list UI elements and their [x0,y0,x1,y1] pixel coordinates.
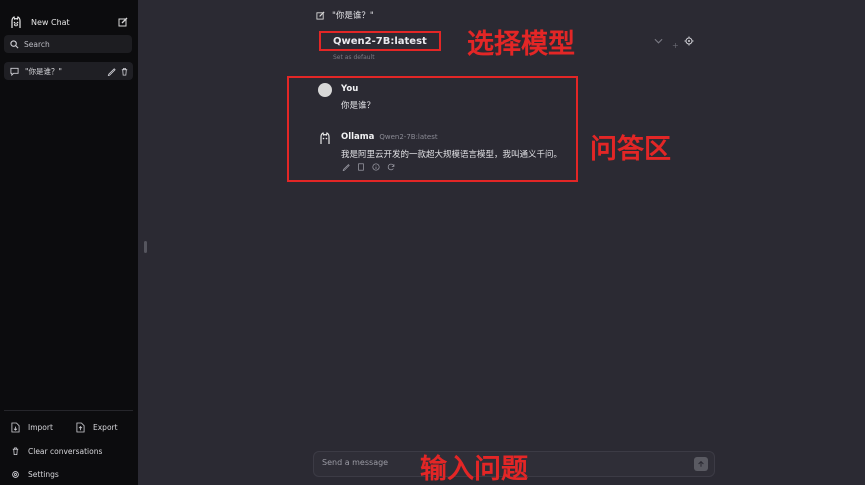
set-default-link[interactable]: Set as default [333,54,375,61]
ollama-avatar-icon [320,132,330,144]
user-name: You [341,84,359,94]
copy-button[interactable] [357,163,365,171]
edit-icon[interactable] [118,17,128,27]
annotation-input-question: 输入问题 [420,454,528,485]
settings-icon [12,471,19,478]
user-message: 你是谁？ [341,101,376,111]
message-actions [342,163,395,171]
regenerate-button[interactable] [387,163,395,171]
plus-icon[interactable]: + [672,41,679,50]
edit-icon [316,10,325,20]
assistant-header: Ollama Qwen2-7B:latest [341,132,438,142]
assistant-model-tag: Qwen2-7B:latest [379,133,438,141]
chevron-down-icon[interactable] [654,38,663,44]
pencil-icon [342,164,350,171]
chat-title-text: "你是谁？" [332,11,374,21]
copy-icon [358,163,364,171]
info-icon [372,163,380,171]
model-selector[interactable]: Qwen2-7B:latest [333,36,427,47]
trash-icon [12,447,19,456]
refresh-icon [387,163,395,171]
new-chat-button[interactable]: New Chat [6,12,132,32]
conversation-item[interactable]: "你是谁？" [4,62,133,80]
chat-title[interactable]: "你是谁？" [316,9,374,21]
sidebar: New Chat "你是谁？" Import [0,0,138,485]
pencil-icon[interactable] [107,67,116,76]
settings-label: Settings [28,470,59,479]
export-label: Export [93,423,118,432]
main-area [138,0,865,485]
user-avatar [318,83,332,97]
arrow-up-icon [698,460,704,467]
search-box[interactable] [4,35,132,53]
chat-bubble-icon [10,67,19,76]
import-label: Import [28,423,53,432]
new-chat-label: New Chat [31,17,70,27]
settings-button[interactable]: Settings [11,470,59,479]
clear-conversations-button[interactable]: Clear conversations [11,446,102,456]
export-icon [76,422,85,433]
annotation-model-select: 选择模型 [467,29,575,60]
import-icon [11,422,20,433]
assistant-message: 我是阿里云开发的一款超大规模语言模型，我叫通义千问。 [341,150,563,160]
assistant-name: Ollama [341,132,375,142]
ollama-logo [11,16,21,28]
info-button[interactable] [372,163,380,171]
edit-message-button[interactable] [342,163,350,171]
model-settings-icon[interactable] [684,36,694,46]
conversation-title: "你是谁？" [25,66,62,76]
trash-icon[interactable] [120,67,129,76]
import-button[interactable]: Import [11,422,53,433]
sidebar-divider [4,410,133,411]
send-button[interactable] [694,457,708,471]
export-button[interactable]: Export [76,422,118,433]
clear-conversations-label: Clear conversations [28,446,103,456]
annotation-qa-area: 问答区 [590,134,671,165]
sidebar-resize-handle[interactable] [144,241,147,253]
search-icon [10,39,19,48]
search-input[interactable] [24,39,124,49]
